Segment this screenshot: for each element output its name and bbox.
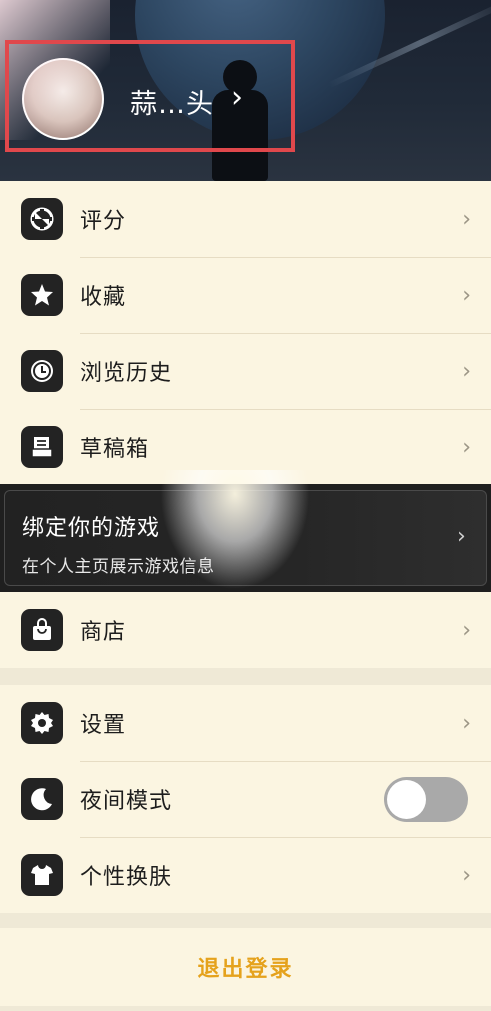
menu-item-settings[interactable]: 设置 › — [0, 685, 491, 761]
chevron-right-icon: › — [457, 524, 466, 549]
star-icon — [21, 274, 63, 316]
menu-item-favorites[interactable]: 收藏 › — [0, 257, 491, 333]
menu-item-label: 浏览历史 — [80, 361, 173, 386]
gear-icon — [21, 702, 63, 744]
chevron-right-icon: › — [462, 206, 471, 232]
menu-item-rating[interactable]: 评分 › — [0, 181, 491, 257]
menu-item-label: 商店 — [80, 620, 127, 645]
drafts-icon — [21, 426, 63, 468]
clock-icon — [21, 350, 63, 392]
menu-section-top: 评分 › 收藏 › 浏览历史 › 草稿箱 › — [0, 181, 491, 485]
chevron-right-icon: › — [462, 358, 471, 384]
menu-item-label: 收藏 — [80, 285, 127, 310]
tshirt-icon — [21, 854, 63, 896]
menu-item-label: 夜间模式 — [80, 789, 173, 814]
menu-item-history[interactable]: 浏览历史 › — [0, 333, 491, 409]
profile-header: 蒜…头 › — [0, 0, 491, 181]
menu-item-label: 个性换肤 — [80, 865, 173, 890]
banner-blur-overlay — [160, 470, 310, 590]
toggle-knob — [387, 779, 426, 819]
moon-icon — [21, 778, 63, 820]
shop-bag-icon — [21, 609, 63, 651]
menu-item-label: 评分 — [80, 209, 127, 234]
rating-icon — [21, 198, 63, 240]
chevron-right-icon: › — [462, 617, 471, 643]
chevron-right-icon: › — [462, 434, 471, 460]
menu-section-shop: 商店 › — [0, 592, 491, 668]
chevron-right-icon: › — [462, 862, 471, 888]
logout-button[interactable]: 退出登录 — [0, 928, 491, 1006]
menu-item-night-mode: 夜间模式 — [0, 761, 491, 837]
highlight-annotation-box — [5, 40, 295, 152]
menu-item-label: 草稿箱 — [80, 437, 150, 462]
chevron-right-icon: › — [462, 282, 471, 308]
menu-item-shop[interactable]: 商店 › — [0, 592, 491, 668]
menu-section-settings: 设置 › 夜间模式 个性换肤 › — [0, 685, 491, 913]
logout-label: 退出登录 — [197, 957, 294, 982]
menu-item-skin[interactable]: 个性换肤 › — [0, 837, 491, 913]
chevron-right-icon: › — [462, 710, 471, 736]
night-mode-toggle[interactable] — [384, 776, 468, 822]
menu-item-label: 设置 — [80, 713, 127, 738]
banner-title: 绑定你的游戏 — [22, 516, 161, 541]
